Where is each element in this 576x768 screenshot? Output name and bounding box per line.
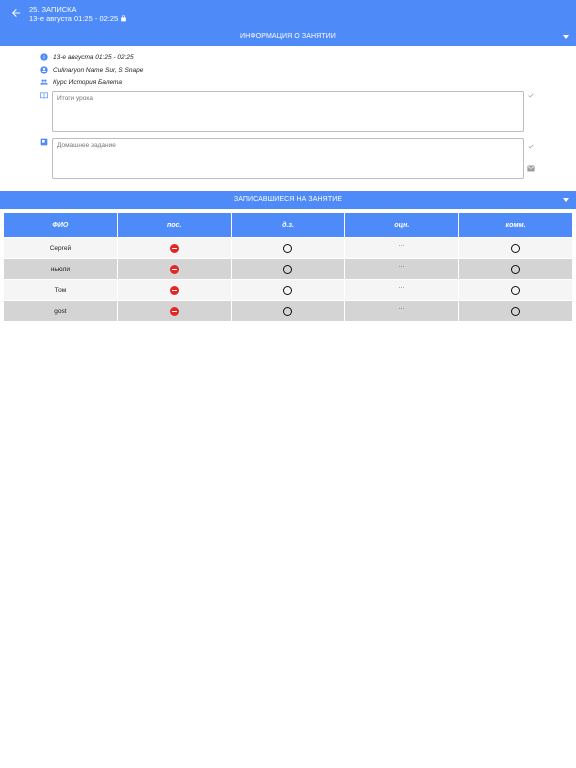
homework-placeholder: Домашнее задание	[57, 142, 116, 149]
teacher-row: Culinaryon Name Sur, S Snape	[40, 65, 143, 75]
lock-icon	[121, 15, 127, 22]
table-row: Сергей ···	[4, 237, 572, 258]
comment-circle-icon[interactable]	[511, 285, 521, 295]
attendance-cell[interactable]	[117, 237, 231, 258]
students-table: ФИО пос. д.з. оцн. комм. Сергей ··· ньюл…	[3, 213, 573, 321]
homework-cell[interactable]	[231, 258, 345, 279]
homework-circle-icon[interactable]	[283, 285, 293, 295]
lesson-summary-placeholder: Итоги урока	[57, 95, 94, 102]
book-icon	[40, 92, 48, 99]
attendance-cell[interactable]	[117, 258, 231, 279]
page-subtitle: 13-е августа 01:25 - 02:25	[29, 14, 127, 23]
chevron-down-icon	[563, 198, 569, 202]
column-header-grade: оцн.	[345, 213, 459, 237]
person-icon	[40, 66, 48, 74]
column-header-homework: д.з.	[231, 213, 345, 237]
comment-cell[interactable]	[459, 258, 572, 279]
comment-cell[interactable]	[459, 237, 572, 258]
app-bar: 25. ЗАПИСКА 13-е августа 01:25 - 02:25	[0, 0, 576, 28]
absent-icon[interactable]	[169, 243, 179, 253]
column-header-comment: комм.	[459, 213, 572, 237]
attendance-cell[interactable]	[117, 300, 231, 321]
homework-circle-icon[interactable]	[283, 306, 293, 316]
student-name: Сергей	[4, 237, 117, 258]
check-icon[interactable]	[527, 92, 535, 99]
page-title: 25. ЗАПИСКА	[29, 5, 77, 14]
comment-circle-icon[interactable]	[511, 243, 521, 253]
back-arrow-icon[interactable]	[10, 7, 22, 19]
info-icon	[40, 53, 48, 61]
enrolled-label: ЗАПИСАВШИЕСЯ НА ЗАНЯТИЕ	[233, 196, 343, 203]
lesson-info-label: ИНФОРМАЦИЯ О ЗАНЯТИИ	[240, 33, 336, 40]
table-row: gost ···	[4, 300, 572, 321]
table-header-row: ФИО пос. д.з. оцн. комм.	[4, 213, 572, 237]
attendance-cell[interactable]	[117, 279, 231, 300]
student-name: ньюли	[4, 258, 117, 279]
homework-icon	[40, 138, 48, 146]
table-row: Том ···	[4, 279, 572, 300]
comment-circle-icon[interactable]	[511, 306, 521, 316]
student-name: Том	[4, 279, 117, 300]
absent-icon[interactable]	[169, 264, 179, 274]
absent-icon[interactable]	[169, 306, 179, 316]
course-row: Курс История Балета	[40, 77, 122, 87]
table-row: ньюли ···	[4, 258, 572, 279]
check-icon[interactable]	[527, 143, 535, 150]
chevron-down-icon	[563, 35, 569, 39]
homework-cell[interactable]	[231, 279, 345, 300]
comment-circle-icon[interactable]	[511, 264, 521, 274]
group-icon	[40, 79, 48, 85]
lesson-date: 13-е августа 01:25 - 02:25	[53, 53, 134, 61]
grade-cell[interactable]: ···	[345, 258, 459, 279]
lesson-time: 13-е августа 01:25 - 02:25	[29, 14, 119, 23]
teacher-name: Culinaryon Name Sur, S Snape	[53, 66, 144, 74]
comment-cell[interactable]	[459, 279, 572, 300]
enrolled-header[interactable]: ЗАПИСАВШИЕСЯ НА ЗАНЯТИЕ	[0, 191, 576, 209]
lesson-summary-input[interactable]: Итоги урока	[52, 91, 524, 132]
grade-value[interactable]: ···	[399, 285, 405, 291]
grade-cell[interactable]: ···	[345, 237, 459, 258]
homework-circle-icon[interactable]	[283, 264, 293, 274]
homework-circle-icon[interactable]	[283, 243, 293, 253]
student-name: gost	[4, 300, 117, 321]
comment-cell[interactable]	[459, 300, 572, 321]
mail-icon[interactable]	[527, 165, 535, 172]
lesson-date-row: 13-е августа 01:25 - 02:25	[40, 52, 134, 62]
grade-value[interactable]: ···	[399, 243, 405, 249]
homework-cell[interactable]	[231, 300, 345, 321]
homework-input[interactable]: Домашнее задание	[52, 138, 524, 179]
homework-cell[interactable]	[231, 237, 345, 258]
grade-cell[interactable]: ···	[345, 279, 459, 300]
absent-icon[interactable]	[169, 285, 179, 295]
grade-value[interactable]: ···	[399, 264, 405, 270]
course-name: Курс История Балета	[53, 78, 122, 86]
column-header-attendance: пос.	[117, 213, 231, 237]
grade-value[interactable]: ···	[399, 306, 405, 312]
grade-cell[interactable]: ···	[345, 300, 459, 321]
lesson-info-header[interactable]: ИНФОРМАЦИЯ О ЗАНЯТИИ	[0, 28, 576, 46]
column-header-name: ФИО	[4, 213, 117, 237]
